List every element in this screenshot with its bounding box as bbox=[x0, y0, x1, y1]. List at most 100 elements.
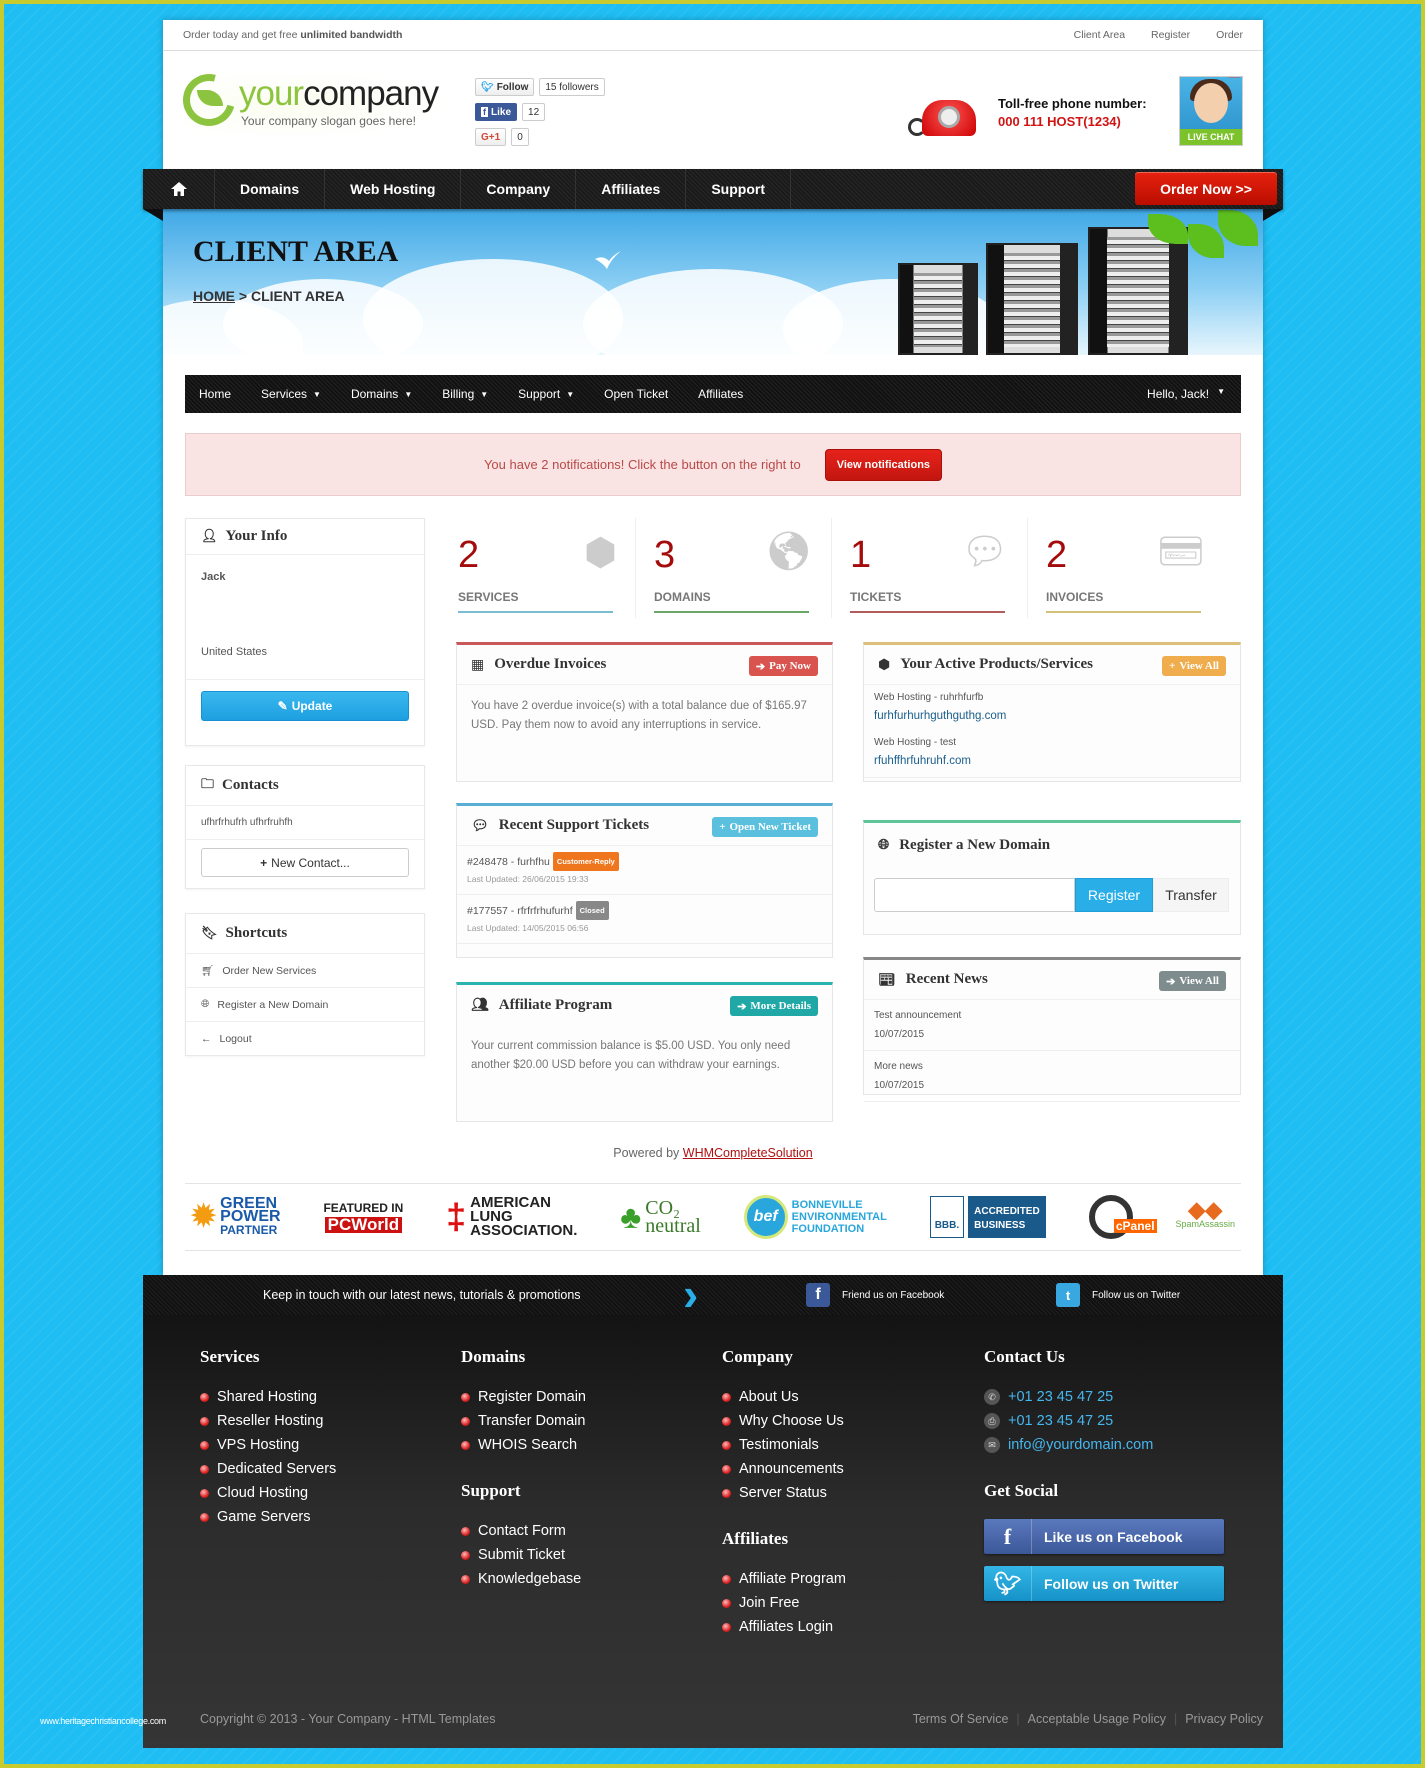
domain-input[interactable] bbox=[874, 878, 1075, 912]
product-domain-link[interactable]: furhfurhurhguthguthg.com bbox=[874, 710, 1006, 722]
footer-link[interactable]: Shared Hosting bbox=[200, 1385, 336, 1409]
footer-link[interactable]: Cloud Hosting bbox=[200, 1481, 336, 1505]
shortcut-logout[interactable]: ← Logout bbox=[186, 1022, 424, 1056]
register-domain-button[interactable]: Register bbox=[1075, 878, 1153, 912]
acceptable-usage-link[interactable]: Acceptable Usage Policy bbox=[1028, 1712, 1166, 1726]
twitter-follow-button[interactable]: 🐦︎ Follow bbox=[475, 78, 535, 96]
contact-email[interactable]: ✉ info@yourdomain.com bbox=[984, 1433, 1224, 1457]
stat-domains[interactable]: 3 DOMAINS 🌎︎ bbox=[636, 518, 831, 622]
product-domain-link[interactable]: rfuhffhrfuhruhf.com bbox=[874, 755, 971, 767]
phone-icon: ✆ bbox=[984, 1389, 1000, 1405]
user-menu[interactable]: Hello, Jack! ▼ bbox=[1147, 387, 1225, 401]
client-nav-support[interactable]: Support ▼ bbox=[518, 387, 574, 401]
bullet-icon bbox=[200, 1488, 209, 1498]
view-notifications-button[interactable]: View notifications bbox=[824, 448, 943, 481]
footer-facebook-link[interactable]: f Friend us on Facebook bbox=[806, 1283, 944, 1307]
tree-icon: ♣ bbox=[620, 1199, 642, 1235]
watermark: www.heritagechristiancollege.com bbox=[40, 1716, 166, 1726]
main-nav-affiliates[interactable]: Affiliates bbox=[576, 169, 687, 209]
facebook-like-button[interactable]: f Like bbox=[475, 103, 518, 121]
pay-now-button[interactable]: ➔ Pay Now bbox=[748, 656, 818, 676]
comments-icon: 💬︎ bbox=[471, 817, 489, 834]
client-nav-services[interactable]: Services ▼ bbox=[261, 387, 321, 401]
footer-link[interactable]: Transfer Domain bbox=[461, 1409, 586, 1433]
logo-text: yourcompany bbox=[239, 74, 439, 113]
privacy-policy-link[interactable]: Privacy Policy bbox=[1185, 1712, 1263, 1726]
footer-twitter-link[interactable]: t Follow us on Twitter bbox=[1056, 1283, 1180, 1307]
more-details-button[interactable]: ➔ More Details bbox=[730, 996, 818, 1016]
footer-link[interactable]: Reseller Hosting bbox=[200, 1409, 336, 1433]
shortcut-register-domain[interactable]: 🌐︎ Register a New Domain bbox=[186, 988, 424, 1022]
transfer-domain-button[interactable]: Transfer bbox=[1153, 878, 1229, 912]
main-nav-company[interactable]: Company bbox=[461, 169, 577, 209]
footer-link[interactable]: Affiliate Program bbox=[722, 1567, 846, 1591]
shortcut-order-new-services[interactable]: 🛒︎ Order New Services bbox=[186, 954, 424, 988]
caret-down-icon: ▼ bbox=[566, 389, 575, 399]
news-item[interactable]: Test announcement 10/07/2015 bbox=[864, 1000, 1240, 1051]
home-icon[interactable] bbox=[143, 169, 215, 209]
update-info-button[interactable]: ✎ Update bbox=[201, 691, 409, 721]
footer-link[interactable]: Server Status bbox=[722, 1481, 846, 1505]
client-nav-billing[interactable]: Billing ▼ bbox=[442, 387, 488, 401]
footer-link[interactable]: VPS Hosting bbox=[200, 1433, 336, 1457]
stat-tickets[interactable]: 1 TICKETS 💬︎ bbox=[832, 518, 1027, 622]
view-all-news-button[interactable]: ➔ View All bbox=[1159, 971, 1226, 991]
footer-link[interactable]: Announcements bbox=[722, 1457, 846, 1481]
top-link-order[interactable]: Order bbox=[1216, 29, 1243, 41]
stat-services[interactable]: 2 SERVICES ⬢ bbox=[440, 518, 635, 622]
like-us-facebook-button[interactable]: f Like us on Facebook bbox=[984, 1519, 1224, 1554]
powered-by-link[interactable]: WHMCompleteSolution bbox=[683, 1146, 813, 1160]
footer-link[interactable]: Submit Ticket bbox=[461, 1543, 586, 1567]
top-link-client-area[interactable]: Client Area bbox=[1074, 29, 1125, 41]
twitter-icon: t bbox=[1056, 1283, 1080, 1307]
live-chat-button[interactable]: 24/7 LIVE CHAT bbox=[1179, 76, 1243, 146]
order-now-button[interactable]: Order Now >> bbox=[1135, 172, 1277, 205]
facebook-icon: f bbox=[481, 107, 488, 117]
contact-phone[interactable]: ✆ +01 23 45 47 25 bbox=[984, 1385, 1224, 1409]
terms-of-service-link[interactable]: Terms Of Service bbox=[913, 1712, 1009, 1726]
follow-us-twitter-button[interactable]: 🐦︎ Follow us on Twitter bbox=[984, 1566, 1224, 1601]
footer-link[interactable]: Dedicated Servers bbox=[200, 1457, 336, 1481]
breadcrumb-home[interactable]: HOME bbox=[193, 288, 235, 304]
client-nav-home[interactable]: Home bbox=[199, 387, 231, 401]
footer-link[interactable]: Game Servers bbox=[200, 1505, 336, 1529]
open-new-ticket-button[interactable]: + Open New Ticket bbox=[712, 817, 818, 837]
footer-link[interactable]: Testimonials bbox=[722, 1433, 846, 1457]
footer-link[interactable]: Register Domain bbox=[461, 1385, 586, 1409]
main-nav-support[interactable]: Support bbox=[686, 169, 791, 209]
main-nav-web-hosting[interactable]: Web Hosting bbox=[325, 169, 462, 209]
footer-link[interactable]: Affiliates Login bbox=[722, 1615, 846, 1639]
ticket-row[interactable]: #248478 - furhfhu Customer-Reply Last Upd… bbox=[457, 846, 832, 895]
overdue-invoices-title: Overdue Invoices bbox=[494, 656, 607, 672]
active-products-title: Your Active Products/Services bbox=[900, 656, 1093, 672]
slogan: Your company slogan goes here! bbox=[241, 114, 417, 128]
client-nav-open-ticket[interactable]: Open Ticket bbox=[604, 387, 668, 401]
company-logo[interactable]: yourcompany Your company slogan goes her… bbox=[173, 64, 453, 140]
google-plus-button[interactable]: G+1 bbox=[475, 128, 507, 146]
top-link-register[interactable]: Register bbox=[1151, 29, 1190, 41]
footer-link[interactable]: Why Choose Us bbox=[722, 1409, 846, 1433]
new-contact-button[interactable]: + New Contact... bbox=[201, 848, 409, 877]
bullet-icon bbox=[461, 1574, 470, 1584]
footer-link[interactable]: Contact Form bbox=[461, 1519, 586, 1543]
contacts-panel: 🗀 Contacts ufhrfrhufrh ufhrfruhfh + New Co… bbox=[185, 765, 425, 889]
stat-invoices[interactable]: 2 INVOICES 💳︎ bbox=[1028, 518, 1223, 622]
client-nav-affiliates[interactable]: Affiliates bbox=[698, 387, 743, 401]
client-nav-domains[interactable]: Domains ▼ bbox=[351, 387, 412, 401]
footer-link[interactable]: About Us bbox=[722, 1385, 846, 1409]
server-rack-illustration bbox=[898, 210, 1263, 355]
view-all-products-button[interactable]: + View All bbox=[1162, 656, 1226, 676]
footer-link[interactable]: Join Free bbox=[722, 1591, 846, 1615]
caret-down-icon: ▼ bbox=[404, 389, 413, 399]
news-item[interactable]: More news 10/07/2015 bbox=[864, 1051, 1240, 1102]
bullet-icon bbox=[200, 1512, 209, 1522]
main-nav-domains[interactable]: Domains bbox=[215, 169, 326, 209]
active-products-panel: ⬢ Your Active Products/Services + View All… bbox=[863, 642, 1241, 782]
footer-link[interactable]: Knowledgebase bbox=[461, 1567, 586, 1591]
bullet-icon bbox=[200, 1440, 209, 1450]
footer-link[interactable]: WHOIS Search bbox=[461, 1433, 586, 1457]
envelope-icon: ✉ bbox=[984, 1437, 1000, 1453]
plus-icon: + bbox=[719, 821, 726, 833]
contact-fax[interactable]: ⎙ +01 23 45 47 25 bbox=[984, 1409, 1224, 1433]
ticket-row[interactable]: #177557 - rfrfrfrhufurhf Closed Last Upda… bbox=[457, 895, 832, 944]
